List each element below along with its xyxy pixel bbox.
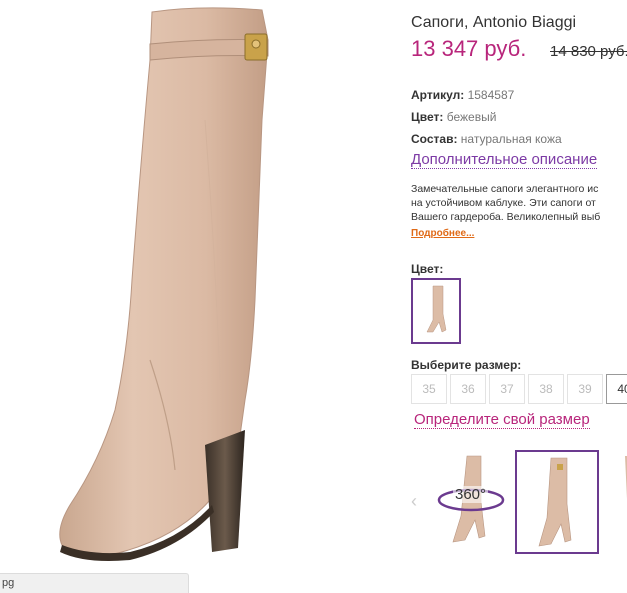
size-option[interactable]: 36	[450, 374, 486, 404]
product-old-price: 14 830 руб.	[550, 43, 627, 60]
size-selector: 35 36 37 38 39 40	[411, 374, 627, 404]
product-price: 13 347 руб.	[411, 36, 527, 61]
gallery-thumb-360[interactable]: 360°	[431, 450, 511, 550]
size-option[interactable]: 37	[489, 374, 525, 404]
size-label: Выберите размер:	[411, 358, 522, 372]
attr-article: Артикул: 1584587	[411, 88, 514, 102]
attr-composition-label: Состав:	[411, 132, 458, 146]
attr-composition-value: натуральная кожа	[460, 132, 562, 146]
boot-image	[59, 7, 269, 561]
gallery-thumb-partial[interactable]	[615, 450, 627, 550]
description-line: на устойчивом каблуке. Эти сапоги от	[411, 197, 596, 209]
size-guide-link[interactable]: Определите свой размер	[414, 412, 590, 429]
size-option[interactable]: 38	[528, 374, 564, 404]
boot-thumb-icon	[538, 457, 572, 547]
attr-color-label: Цвет:	[411, 110, 444, 124]
attr-article-label: Артикул:	[411, 88, 465, 102]
attr-composition: Состав: натуральная кожа	[411, 132, 562, 146]
product-title: Сапоги, Antonio Biaggi	[411, 14, 577, 31]
description-text: Замечательные сапоги элегантного ис на у…	[411, 182, 627, 224]
size-option[interactable]: 35	[411, 374, 447, 404]
color-label: Цвет:	[411, 262, 444, 276]
boot-thumb-icon	[426, 285, 447, 333]
product-info-panel: Сапоги, Antonio Biaggi 13 347 руб. 14 83…	[411, 0, 627, 592]
status-url: pg	[2, 577, 15, 589]
boot-thumb-icon	[625, 456, 627, 499]
attr-color-value: бежевый	[446, 110, 497, 124]
browser-status-bar: pg	[0, 573, 189, 593]
gallery-thumb-selected[interactable]	[515, 450, 599, 554]
extra-description-link[interactable]: Дополнительное описание	[411, 152, 598, 169]
attr-article-value: 1584587	[467, 88, 515, 102]
read-more-link[interactable]: Подробнее...	[411, 228, 474, 239]
badge-360: 360°	[453, 486, 489, 503]
gallery-prev-arrow-icon[interactable]: ‹	[411, 491, 417, 512]
size-option[interactable]: 40	[606, 374, 627, 404]
color-swatch-beige[interactable]	[411, 278, 461, 344]
description-line: Замечательные сапоги элегантного ис	[411, 183, 599, 195]
attr-color: Цвет: бежевый	[411, 110, 496, 124]
description-line: Вашего гардероба. Великолепный выб	[411, 211, 601, 223]
size-option[interactable]: 39	[567, 374, 603, 404]
product-main-image[interactable]	[0, 0, 405, 592]
